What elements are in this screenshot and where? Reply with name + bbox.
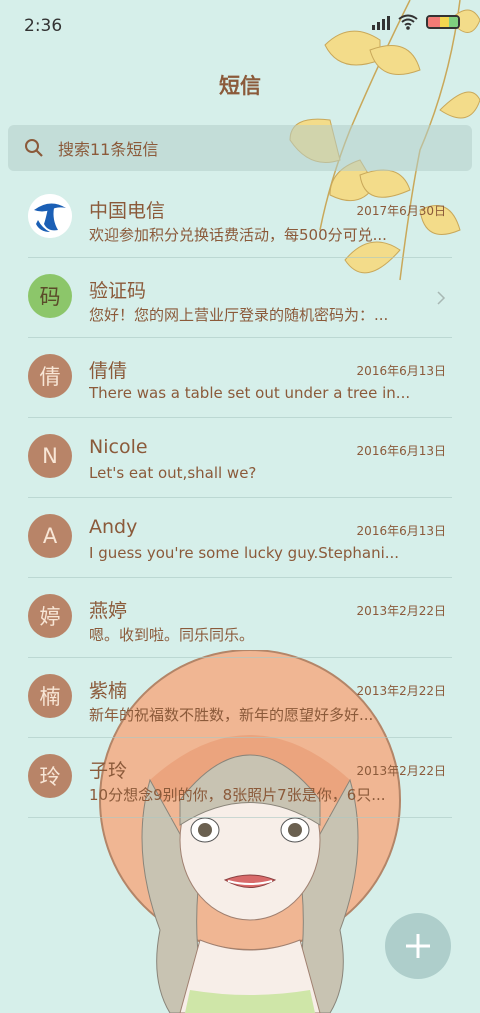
contact-name: 燕婷	[89, 600, 128, 622]
signal-icon	[372, 14, 390, 30]
china-telecom-logo-icon	[28, 194, 72, 238]
search-bar[interactable]: 搜索11条短信	[8, 125, 472, 171]
message-date: 2013年2月22日	[356, 604, 446, 618]
conversation-row[interactable]: 倩 倩倩 2016年6月13日 There was a table set ou…	[28, 338, 452, 418]
status-icons	[372, 14, 460, 30]
contact-name: Andy	[89, 516, 138, 538]
status-time: 2:36	[24, 16, 63, 36]
contact-name: Nicole	[89, 436, 148, 458]
message-preview: I guess you're some lucky guy.Stephani..…	[89, 544, 400, 562]
avatar: 玲	[28, 754, 72, 798]
conversation-row[interactable]: 玲 子玲 2013年2月22日 10分想念9别的你，8张照片7张是你，6只...	[28, 738, 452, 818]
wifi-icon	[398, 14, 418, 30]
contact-name: 倩倩	[89, 360, 128, 382]
status-bar: 2:36	[0, 0, 480, 52]
conversation-row[interactable]: 码 验证码 您好！您的网上营业厅登录的随机密码为：...	[28, 258, 452, 338]
message-date: 2016年6月13日	[356, 524, 446, 538]
page-title: 短信	[219, 74, 261, 98]
contact-name: 子玲	[89, 760, 128, 782]
contact-name: 紫楠	[89, 680, 128, 702]
message-date: 2013年2月22日	[356, 764, 446, 778]
conversation-list: 中国电信 2017年6月30日 欢迎参加积分兑换话费活动，每500分可兑... …	[0, 178, 480, 818]
avatar	[28, 194, 72, 238]
message-preview: Let's eat out,shall we?	[89, 464, 257, 482]
message-preview: There was a table set out under a tree i…	[89, 384, 409, 402]
conversation-row[interactable]: 婷 燕婷 2013年2月22日 嗯。收到啦。同乐同乐。	[28, 578, 452, 658]
compose-button[interactable]	[385, 913, 451, 979]
message-date: 2016年6月13日	[356, 364, 446, 378]
message-preview: 新年的祝福数不胜数，新年的愿望好多好...	[89, 706, 374, 724]
avatar: A	[28, 514, 72, 558]
avatar: N	[28, 434, 72, 478]
message-date: 2016年6月13日	[356, 444, 446, 458]
avatar: 婷	[28, 594, 72, 638]
message-preview: 您好！您的网上营业厅登录的随机密码为：...	[89, 306, 389, 324]
conversation-row[interactable]: N Nicole 2016年6月13日 Let's eat out,shall …	[28, 418, 452, 498]
plus-icon	[406, 934, 430, 958]
battery-icon	[426, 15, 460, 29]
message-date: 2013年2月22日	[356, 684, 446, 698]
search-icon	[25, 139, 43, 157]
message-date: 2017年6月30日	[356, 204, 446, 218]
conversation-row[interactable]: 楠 紫楠 2013年2月22日 新年的祝福数不胜数，新年的愿望好多好...	[28, 658, 452, 738]
message-preview: 嗯。收到啦。同乐同乐。	[89, 626, 255, 644]
avatar: 倩	[28, 354, 72, 398]
message-preview: 欢迎参加积分兑换话费活动，每500分可兑...	[89, 226, 387, 244]
avatar: 楠	[28, 674, 72, 718]
contact-name: 验证码	[89, 280, 147, 302]
conversation-row[interactable]: A Andy 2016年6月13日 I guess you're some lu…	[28, 498, 452, 578]
contact-name: 中国电信	[89, 200, 166, 222]
message-preview: 10分想念9别的你，8张照片7张是你，6只...	[89, 786, 386, 804]
chevron-right-icon	[437, 291, 446, 305]
search-placeholder: 搜索11条短信	[58, 140, 159, 159]
avatar: 码	[28, 274, 72, 318]
conversation-row[interactable]: 中国电信 2017年6月30日 欢迎参加积分兑换话费活动，每500分可兑...	[28, 178, 452, 258]
